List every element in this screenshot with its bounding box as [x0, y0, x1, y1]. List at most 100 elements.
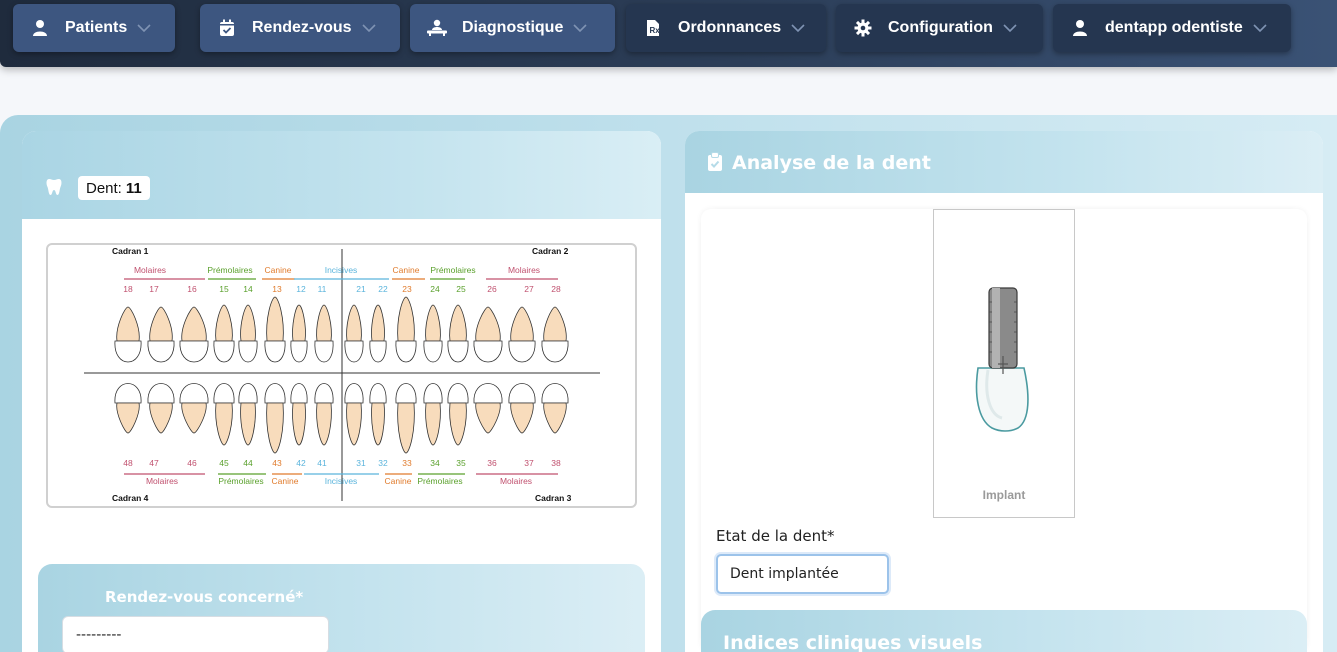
lower-tooth-root-31[interactable]	[346, 402, 362, 446]
appointment-select[interactable]: ---------	[62, 616, 329, 652]
lower-tooth-root-36[interactable]	[475, 402, 501, 434]
lower-tooth-crown-48[interactable]	[114, 383, 142, 404]
lower-tooth-root-33[interactable]	[397, 402, 415, 454]
lower-tooth-root-43[interactable]	[266, 402, 284, 454]
lower-tooth-root-42[interactable]	[292, 402, 306, 446]
tooth-number-17[interactable]: 17	[149, 284, 159, 294]
lower-tooth-crown-36[interactable]	[473, 383, 503, 404]
tooth-number-12[interactable]: 12	[296, 284, 306, 294]
upper-tooth-root-22[interactable]	[371, 304, 385, 342]
tooth-number-33[interactable]: 33	[402, 458, 412, 468]
tooth-number-26[interactable]: 26	[487, 284, 497, 294]
tooth-number-16[interactable]: 16	[187, 284, 197, 294]
lower-tooth-crown-47[interactable]	[147, 383, 175, 404]
lower-tooth-root-45[interactable]	[215, 402, 233, 446]
lower-tooth-root-38[interactable]	[543, 402, 567, 434]
tooth-number-38[interactable]: 38	[551, 458, 561, 468]
upper-tooth-crown-12[interactable]	[290, 340, 308, 363]
upper-tooth-root-16[interactable]	[181, 306, 207, 342]
tooth-number-27[interactable]: 27	[524, 284, 534, 294]
nav-configuration[interactable]: Configuration	[836, 4, 1043, 52]
tooth-number-15[interactable]: 15	[219, 284, 229, 294]
upper-tooth-root-27[interactable]	[510, 306, 534, 342]
lower-tooth-root-37[interactable]	[510, 402, 534, 434]
upper-tooth-root-11[interactable]	[316, 304, 332, 342]
nav-ordonnances[interactable]: Rx Ordonnances	[626, 4, 826, 52]
lower-tooth-crown-42[interactable]	[290, 383, 308, 404]
tooth-number-37[interactable]: 37	[524, 458, 534, 468]
lower-tooth-root-34[interactable]	[425, 402, 441, 446]
tooth-number-32[interactable]: 32	[378, 458, 388, 468]
tooth-number-35[interactable]: 35	[456, 458, 466, 468]
upper-tooth-crown-16[interactable]	[179, 340, 209, 363]
tooth-number-43[interactable]: 43	[272, 458, 282, 468]
lower-tooth-crown-45[interactable]	[213, 383, 235, 404]
lower-tooth-root-32[interactable]	[371, 402, 385, 446]
lower-tooth-root-47[interactable]	[149, 402, 173, 434]
upper-tooth-root-15[interactable]	[215, 304, 233, 342]
upper-tooth-root-12[interactable]	[292, 304, 306, 342]
lower-tooth-crown-32[interactable]	[369, 383, 387, 404]
tooth-number-41[interactable]: 41	[317, 458, 327, 468]
nav-diagnostique[interactable]: Diagnostique	[410, 4, 615, 52]
upper-tooth-crown-18[interactable]	[114, 340, 142, 363]
upper-tooth-root-26[interactable]	[475, 306, 501, 342]
upper-tooth-crown-22[interactable]	[369, 340, 387, 363]
lower-tooth-root-44[interactable]	[240, 402, 256, 446]
lower-tooth-crown-46[interactable]	[179, 383, 209, 404]
upper-tooth-crown-25[interactable]	[447, 340, 469, 363]
lower-tooth-crown-38[interactable]	[541, 383, 569, 404]
tooth-number-28[interactable]: 28	[551, 284, 561, 294]
lower-tooth-crown-34[interactable]	[423, 383, 443, 404]
nav-rendez-vous[interactable]: Rendez-vous	[200, 4, 400, 52]
lower-tooth-crown-33[interactable]	[395, 383, 417, 404]
upper-tooth-root-24[interactable]	[425, 304, 441, 342]
upper-tooth-crown-15[interactable]	[213, 340, 235, 363]
lower-tooth-crown-44[interactable]	[238, 383, 258, 404]
lower-tooth-root-46[interactable]	[181, 402, 207, 434]
upper-tooth-crown-21[interactable]	[344, 340, 364, 363]
lower-tooth-root-41[interactable]	[316, 402, 332, 446]
upper-tooth-crown-23[interactable]	[395, 340, 417, 363]
tooth-number-23[interactable]: 23	[402, 284, 412, 294]
upper-tooth-crown-24[interactable]	[423, 340, 443, 363]
lower-tooth-root-48[interactable]	[116, 402, 140, 434]
upper-tooth-root-28[interactable]	[543, 306, 567, 342]
tooth-number-48[interactable]: 48	[123, 458, 133, 468]
tooth-number-18[interactable]: 18	[123, 284, 133, 294]
tooth-number-13[interactable]: 13	[272, 284, 282, 294]
lower-tooth-crown-37[interactable]	[508, 383, 536, 404]
tooth-number-25[interactable]: 25	[456, 284, 466, 294]
upper-tooth-root-21[interactable]	[346, 304, 362, 342]
upper-tooth-crown-13[interactable]	[264, 340, 286, 363]
tooth-number-45[interactable]: 45	[219, 458, 229, 468]
upper-tooth-crown-17[interactable]	[147, 340, 175, 363]
tooth-number-22[interactable]: 22	[378, 284, 388, 294]
tooth-number-14[interactable]: 14	[243, 284, 253, 294]
tooth-state-select[interactable]: Dent implantée	[716, 554, 889, 594]
upper-tooth-crown-28[interactable]	[541, 340, 569, 363]
tooth-number-31[interactable]: 31	[356, 458, 366, 468]
upper-tooth-root-23[interactable]	[397, 296, 415, 342]
tooth-number-46[interactable]: 46	[187, 458, 197, 468]
tooth-number-42[interactable]: 42	[296, 458, 306, 468]
tooth-number-34[interactable]: 34	[430, 458, 440, 468]
upper-tooth-root-14[interactable]	[240, 304, 256, 342]
nav-user-menu[interactable]: dentapp odentiste	[1053, 4, 1291, 52]
tooth-number-11[interactable]: 11	[318, 284, 327, 294]
upper-tooth-crown-14[interactable]	[238, 340, 258, 363]
tooth-number-21[interactable]: 21	[356, 284, 366, 294]
lower-tooth-crown-35[interactable]	[447, 383, 469, 404]
tooth-number-44[interactable]: 44	[243, 458, 253, 468]
upper-tooth-root-18[interactable]	[116, 306, 140, 342]
upper-tooth-root-17[interactable]	[149, 306, 173, 342]
upper-tooth-root-13[interactable]	[266, 296, 284, 342]
lower-tooth-crown-41[interactable]	[314, 383, 334, 404]
lower-tooth-crown-43[interactable]	[264, 383, 286, 404]
tooth-number-47[interactable]: 47	[149, 458, 159, 468]
upper-tooth-root-25[interactable]	[449, 304, 467, 342]
tooth-number-36[interactable]: 36	[487, 458, 497, 468]
nav-patients[interactable]: Patients	[13, 4, 175, 52]
upper-tooth-crown-27[interactable]	[508, 340, 536, 363]
upper-tooth-crown-26[interactable]	[473, 340, 503, 363]
